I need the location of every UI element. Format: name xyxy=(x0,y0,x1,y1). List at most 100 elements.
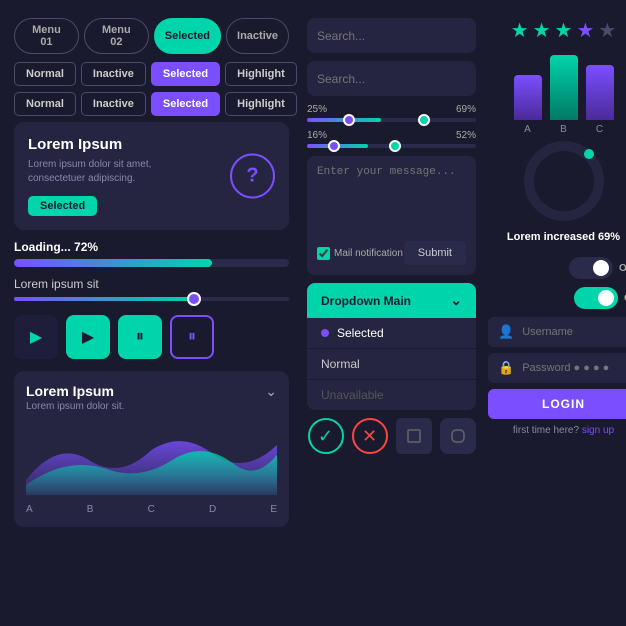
left-column: Menu 01 Menu 02 Selected Inactive Normal… xyxy=(14,18,299,608)
bar-label-a: A xyxy=(524,124,531,135)
bar-a xyxy=(514,75,542,120)
toggle-on[interactable] xyxy=(574,287,618,309)
btn-highlight-2[interactable]: Highlight xyxy=(225,92,297,116)
chart-label-b: B xyxy=(87,504,94,515)
tab-menu02[interactable]: Menu 02 xyxy=(84,18,149,54)
dial-section xyxy=(488,141,626,221)
lorem-card-title: Lorem Ipsum xyxy=(28,136,275,153)
bar-chart: A B C xyxy=(488,55,626,135)
x-icon-button[interactable]: ✕ xyxy=(352,418,388,454)
dropdown-item-label-selected: Selected xyxy=(337,326,384,340)
star-1: ★ xyxy=(511,18,529,43)
slider-row-2: 16% 52% xyxy=(307,130,476,148)
btn-selected-1[interactable]: Selected xyxy=(151,62,220,86)
dropdown-header[interactable]: Dropdown Main ⌄ xyxy=(307,283,476,318)
sign-up-link[interactable]: sign up xyxy=(582,425,614,436)
btn-normal-1[interactable]: Normal xyxy=(14,62,76,86)
media-play-teal[interactable]: ▶ xyxy=(66,315,110,359)
lorem-card: Lorem Ipsum Lorem ipsum dolor sit amet, … xyxy=(14,122,289,230)
media-pause-purple[interactable]: ⏸ xyxy=(170,315,214,359)
bar-b xyxy=(550,55,578,120)
range-track-2[interactable] xyxy=(307,144,476,148)
square-icon-button[interactable] xyxy=(396,418,432,454)
tab-inactive[interactable]: Inactive xyxy=(226,18,289,54)
toggle-off[interactable] xyxy=(569,257,613,279)
stars-row: ★ ★ ★ ★ ★ xyxy=(488,18,626,43)
dial-dot xyxy=(584,149,594,159)
slider-thumb[interactable] xyxy=(187,292,201,306)
user-icon: 👤 xyxy=(498,324,514,340)
dot-selected xyxy=(321,329,329,337)
sliders-mid: 25% 69% 16% 52% xyxy=(307,104,476,148)
chevron-down-icon[interactable]: ⌄ xyxy=(265,383,277,400)
slider-fill xyxy=(14,297,193,301)
rounded-square-icon-button[interactable] xyxy=(440,418,476,454)
range-thumb-right-2[interactable] xyxy=(389,140,401,152)
btn-selected-2[interactable]: Selected xyxy=(151,92,220,116)
range-track-1[interactable] xyxy=(307,118,476,122)
loading-value: 72% xyxy=(74,240,98,254)
slider-pct-left-2: 16% xyxy=(307,130,327,141)
dial-outer[interactable] xyxy=(524,141,604,221)
range-thumb-right-1[interactable] xyxy=(418,114,430,126)
dial-inner xyxy=(534,151,594,211)
login-form: 👤 🔒 LOGIN first time here? sign up xyxy=(488,317,626,436)
message-footer: Mail notification Submit xyxy=(317,241,466,265)
btn-highlight-1[interactable]: Highlight xyxy=(225,62,297,86)
lorem-card-body: Lorem ipsum dolor sit amet, consectetuer… xyxy=(28,158,178,186)
dropdown-header-label: Dropdown Main xyxy=(321,294,411,308)
search-input-1[interactable] xyxy=(307,20,476,52)
username-input[interactable] xyxy=(522,326,626,338)
chart-labels: A B C D E xyxy=(26,504,277,515)
slider-pct-right-1: 69% xyxy=(456,104,476,115)
tab-menu01[interactable]: Menu 01 xyxy=(14,18,79,54)
mail-notification-label[interactable]: Mail notification xyxy=(317,247,403,260)
password-input[interactable] xyxy=(522,362,626,374)
progress-bar xyxy=(14,259,289,267)
dial-text: Lorem increased xyxy=(507,231,595,243)
slider-percentages-1: 25% 69% xyxy=(307,104,476,115)
check-icon-button[interactable]: ✓ xyxy=(308,418,344,454)
dial-value: 69% xyxy=(598,231,620,243)
bar-label-c: C xyxy=(596,124,603,135)
login-button[interactable]: LOGIN xyxy=(488,389,626,419)
slider-pct-right-2: 52% xyxy=(456,130,476,141)
lorem-card-button[interactable]: Selected xyxy=(28,196,97,216)
mail-notification-checkbox[interactable] xyxy=(317,247,330,260)
bar-group-b: B xyxy=(550,55,578,135)
loading-text: Loading... xyxy=(14,240,71,254)
tab-row: Menu 01 Menu 02 Selected Inactive xyxy=(14,18,289,54)
star-5: ★ xyxy=(598,18,616,43)
search-input-2[interactable] xyxy=(307,63,476,95)
slider-section: Lorem ipsum sit xyxy=(14,277,289,301)
star-2: ★ xyxy=(533,18,551,43)
toggle-knob-on xyxy=(598,290,614,306)
button-row-2: Normal Inactive Selected Highlight xyxy=(14,92,289,116)
range-thumb-left-2[interactable] xyxy=(328,140,340,152)
btn-normal-2[interactable]: Normal xyxy=(14,92,76,116)
chart-subtitle: Lorem ipsum dolor sit. xyxy=(26,401,277,412)
media-pause-teal[interactable]: ⏸ xyxy=(118,315,162,359)
btn-inactive-2[interactable]: Inactive xyxy=(81,92,146,116)
slider-track[interactable] xyxy=(14,297,289,301)
bar-group-a: A xyxy=(514,75,542,135)
submit-button[interactable]: Submit xyxy=(404,241,466,265)
chart-label-d: D xyxy=(209,504,216,515)
btn-inactive-1[interactable]: Inactive xyxy=(81,62,146,86)
dropdown-item-selected[interactable]: Selected xyxy=(307,318,476,349)
chart-area xyxy=(26,420,277,495)
media-play-dark[interactable]: ▶ xyxy=(14,315,58,359)
chart-title: Lorem Ipsum xyxy=(26,383,277,399)
bar-group-c: C xyxy=(586,65,614,135)
search-bar-1: 🔍 xyxy=(307,18,476,53)
range-thumb-left-1[interactable] xyxy=(343,114,355,126)
dropdown-item-label-unavailable: Unavailable xyxy=(321,388,384,402)
lock-icon: 🔒 xyxy=(498,360,514,376)
first-time-text: first time here? sign up xyxy=(488,425,626,436)
dropdown-container: Dropdown Main ⌄ Selected Normal Unavaila… xyxy=(307,283,476,410)
slider-pct-left-1: 25% xyxy=(307,104,327,115)
message-textarea[interactable] xyxy=(317,166,466,236)
toggle-on-row: ON xyxy=(488,287,626,309)
tab-selected[interactable]: Selected xyxy=(154,18,221,54)
dropdown-item-normal[interactable]: Normal xyxy=(307,349,476,380)
